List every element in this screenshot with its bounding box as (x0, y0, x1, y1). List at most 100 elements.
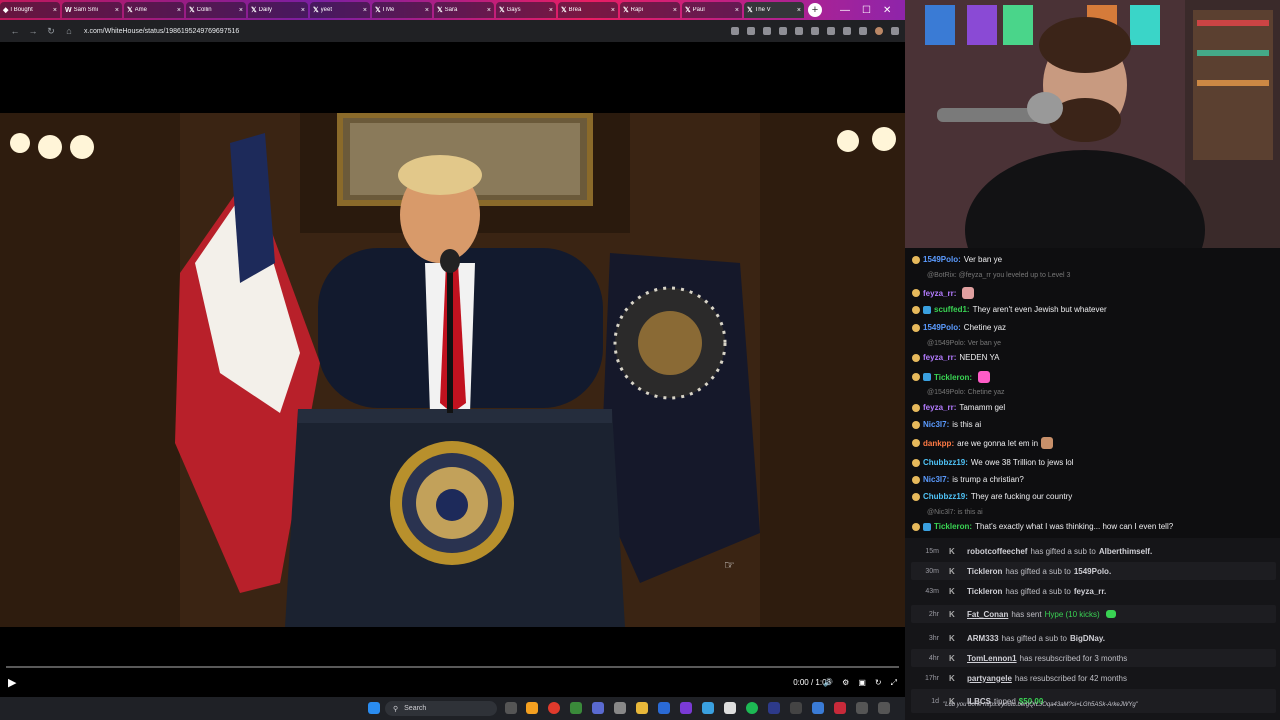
webcam-overlay (905, 0, 1280, 248)
browser-tab[interactable]: ◆ I Bought × (0, 2, 60, 18)
browser-tab[interactable]: 𝕏 Collin × (186, 2, 246, 18)
chat-username[interactable]: dankpp: (923, 439, 954, 448)
browser-tab[interactable]: 𝕏yeet × (310, 2, 370, 18)
app-icon[interactable] (614, 702, 626, 714)
event-username[interactable]: TomLennon1 (967, 654, 1017, 663)
home-icon[interactable]: ⌂ (60, 26, 78, 36)
app-icon[interactable] (834, 702, 846, 714)
event-username[interactable]: robotcoffeechef (967, 547, 1027, 556)
settings-icon[interactable]: ⚙ (842, 678, 849, 688)
extension-icon[interactable] (763, 27, 771, 35)
chat-username[interactable]: 1549Polo: (923, 255, 961, 264)
extension-icon[interactable] (811, 27, 819, 35)
browser-tab[interactable]: 𝕏 The V × (744, 2, 804, 18)
extension-icon[interactable] (859, 27, 867, 35)
app-icon[interactable] (768, 702, 780, 714)
fullscreen-icon[interactable]: ⤢ (891, 678, 897, 688)
tab-close-icon[interactable]: × (115, 7, 119, 14)
extension-icon[interactable] (795, 27, 803, 35)
tab-close-icon[interactable]: × (611, 7, 615, 14)
chat-username[interactable]: Nic3l7: (923, 475, 949, 484)
chrome-icon[interactable] (548, 702, 560, 714)
chat-message-text: Chetine yaz (963, 323, 1007, 332)
app-icon[interactable] (812, 702, 824, 714)
event-target[interactable]: Alberthimself. (1099, 547, 1152, 556)
play-icon[interactable]: ▶ (8, 676, 16, 689)
browser-tab[interactable]: 𝕏 Sara × (434, 2, 494, 18)
video-player[interactable]: ▶ 0:00 / 1:06 🔊 ⚙ ▣ ↻ ⤢ ☞ (0, 42, 905, 697)
browser-tab[interactable]: 𝕏 Gays × (496, 2, 556, 18)
tab-close-icon[interactable]: × (425, 7, 429, 14)
app-icon[interactable] (878, 702, 890, 714)
tab-close-icon[interactable]: × (487, 7, 491, 14)
browser-tab[interactable]: 𝕏I Me × (372, 2, 432, 18)
tab-close-icon[interactable]: × (363, 7, 367, 14)
event-username[interactable]: ARM333 (967, 634, 999, 643)
app-icon[interactable] (790, 702, 802, 714)
task-view-icon[interactable] (505, 702, 517, 714)
loop-icon[interactable]: ↻ (875, 678, 882, 688)
tab-close-icon[interactable]: × (177, 7, 181, 14)
browser-tab[interactable]: 𝕏 Ame × (124, 2, 184, 18)
app-icon[interactable] (724, 702, 736, 714)
extension-icon[interactable] (731, 27, 739, 35)
event-username[interactable]: Fat_Conan (967, 610, 1008, 619)
menu-icon[interactable] (891, 27, 899, 35)
spotify-icon[interactable] (746, 702, 758, 714)
url-field[interactable]: x.com/WhiteHouse/status/1986195249769697… (84, 28, 731, 35)
tab-close-icon[interactable]: × (301, 7, 305, 14)
browser-tab[interactable]: W Sam Smi × (62, 2, 122, 18)
app-icon[interactable] (570, 702, 582, 714)
profile-avatar[interactable] (875, 27, 883, 35)
chat-username[interactable]: scuffed1: (934, 305, 970, 314)
app-icon[interactable] (526, 702, 538, 714)
chat-username[interactable]: Tickleron: (934, 373, 972, 382)
close-icon[interactable]: ✕ (883, 5, 891, 16)
app-icon[interactable] (702, 702, 714, 714)
app-icon[interactable] (680, 702, 692, 714)
folder-icon[interactable] (636, 702, 648, 714)
chat-username[interactable]: feyza_rr: (923, 289, 956, 298)
event-target[interactable]: BigDNay. (1070, 634, 1105, 643)
chat-username[interactable]: Tickleron: (934, 522, 972, 531)
volume-icon[interactable]: 🔊 (823, 678, 833, 688)
chat-username[interactable]: Chubbzz19: (923, 492, 968, 501)
chat-username[interactable]: feyza_rr: (923, 353, 956, 362)
windows-start-icon[interactable] (368, 702, 380, 714)
tab-close-icon[interactable]: × (549, 7, 553, 14)
tab-close-icon[interactable]: × (735, 7, 739, 14)
back-icon[interactable]: ← (6, 26, 24, 36)
chat-username[interactable]: feyza_rr: (923, 403, 956, 412)
app-icon[interactable] (658, 702, 670, 714)
new-tab-button[interactable]: + (808, 3, 822, 17)
maximize-icon[interactable]: ☐ (862, 5, 871, 16)
extension-icon[interactable] (779, 27, 787, 35)
pip-icon[interactable]: ▣ (858, 678, 866, 688)
extension-icon[interactable] (827, 27, 835, 35)
event-target[interactable]: 1549Polo. (1074, 567, 1111, 576)
app-icon[interactable] (856, 702, 868, 714)
event-username[interactable]: Tickleron (967, 567, 1002, 576)
tab-close-icon[interactable]: × (53, 7, 57, 14)
app-icon[interactable] (592, 702, 604, 714)
bookmark-star-icon[interactable] (747, 27, 755, 35)
browser-tab[interactable]: 𝕏 Paul × (682, 2, 742, 18)
event-username[interactable]: Tickleron (967, 587, 1002, 596)
chat-username[interactable]: Chubbzz19: (923, 458, 968, 467)
tab-close-icon[interactable]: × (797, 7, 801, 14)
x-icon: 𝕏 (375, 7, 381, 14)
event-username[interactable]: partyangele (967, 674, 1012, 683)
browser-tab[interactable]: 𝕏 Brea × (558, 2, 618, 18)
tab-close-icon[interactable]: × (673, 7, 677, 14)
forward-icon[interactable]: → (24, 26, 42, 36)
chat-username[interactable]: Nic3l7: (923, 420, 949, 429)
taskbar-search[interactable]: ⚲ Search (385, 701, 497, 716)
browser-tab[interactable]: 𝕏 Rapi × (620, 2, 680, 18)
chat-username[interactable]: 1549Polo: (923, 323, 961, 332)
reload-icon[interactable]: ↻ (42, 26, 60, 37)
extension-icon[interactable] (843, 27, 851, 35)
tab-close-icon[interactable]: × (239, 7, 243, 14)
browser-tab[interactable]: 𝕏 Daily × (248, 2, 308, 18)
event-target[interactable]: feyza_rr. (1074, 587, 1106, 596)
minimize-icon[interactable]: — (840, 5, 850, 16)
